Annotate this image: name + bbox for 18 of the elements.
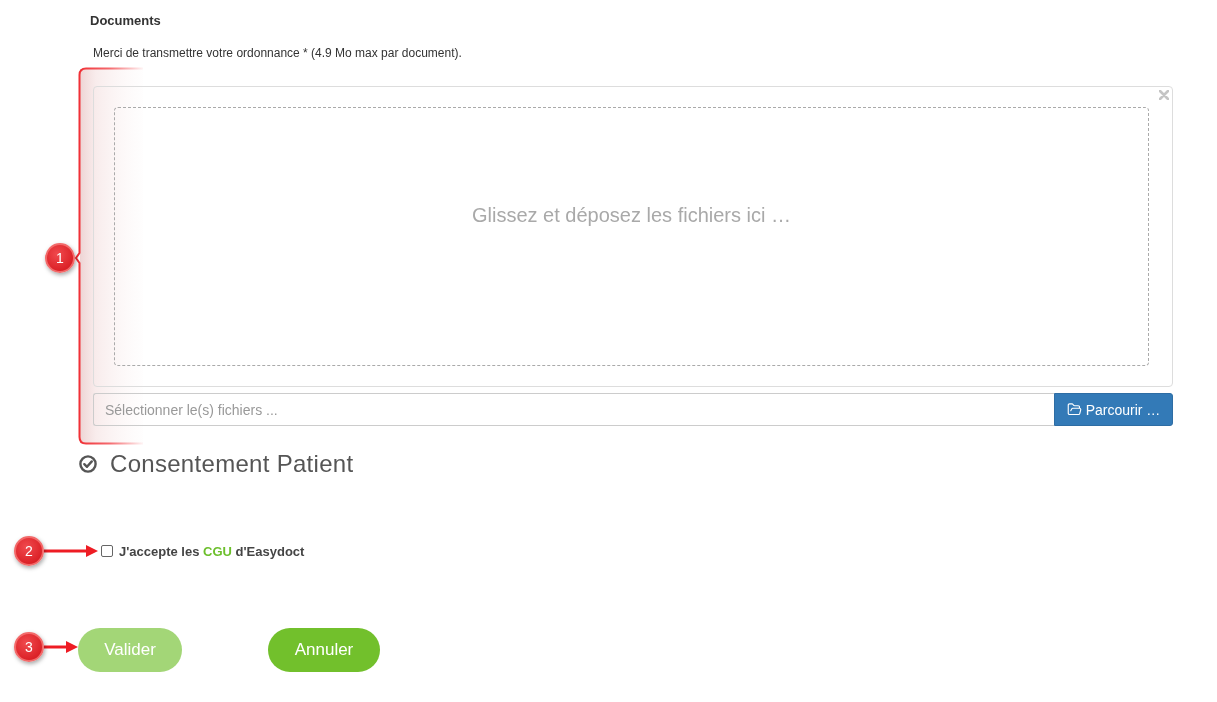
step-marker: 3 [14, 632, 44, 662]
step-marker: 2 [14, 536, 44, 566]
callout-arrow [44, 545, 98, 557]
consent-heading: Consentement Patient [110, 450, 354, 478]
terms-link[interactable]: CGU [203, 543, 232, 559]
drop-area[interactable]: Glissez et déposez les fichiers ici … [114, 107, 1149, 366]
file-input-field[interactable]: Sélectionner le(s) fichiers ... [93, 393, 1054, 426]
callout-arrow [44, 641, 78, 653]
section-title: Documents [90, 13, 161, 28]
step-marker: 1 [45, 243, 75, 273]
consent-label: J'accepte les CGU d'Easydoct [119, 543, 305, 559]
drop-prompt: Glissez et déposez les fichiers ici … [472, 203, 791, 227]
folder-icon [1066, 402, 1082, 417]
check-circle-icon [79, 455, 97, 473]
form-button[interactable]: Annuler [268, 628, 380, 672]
consent-checkbox[interactable] [101, 545, 113, 557]
upload-instructions: Merci de transmettre votre ordonnance * (4.9 Mo max par document). [93, 46, 462, 60]
browse-button[interactable]: Parcourir … [1054, 393, 1173, 426]
